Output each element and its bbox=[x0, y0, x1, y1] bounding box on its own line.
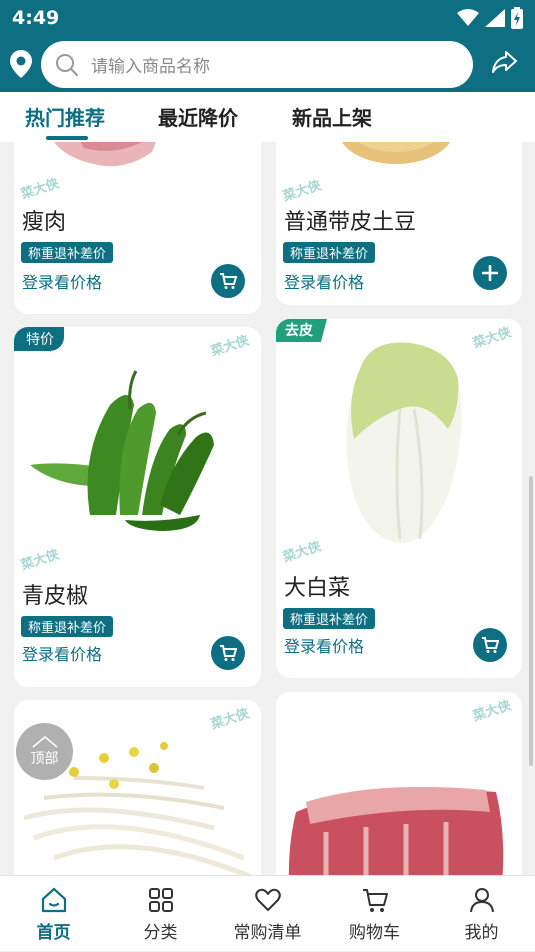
search-placeholder: 请输入商品名称 bbox=[91, 57, 210, 77]
tab-new-arrivals[interactable]: 新品上架 bbox=[292, 102, 372, 131]
location-pin-icon[interactable] bbox=[10, 50, 32, 78]
add-to-cart-button[interactable] bbox=[211, 636, 245, 670]
product-name: 瘦肉 bbox=[22, 210, 67, 235]
napa-cabbage-image bbox=[346, 342, 462, 543]
cart-icon bbox=[482, 637, 499, 653]
weight-refund-badge: 称重退补差价 bbox=[21, 242, 114, 263]
peeled-tag: 去皮 bbox=[276, 319, 327, 342]
add-to-cart-button[interactable] bbox=[473, 256, 507, 290]
watermark: 菜大侠 bbox=[209, 706, 251, 733]
active-tab-indicator bbox=[46, 136, 88, 140]
tab-hot-recommend[interactable]: 热门推荐 bbox=[25, 102, 105, 131]
weight-refund-badge: 称重退补差价 bbox=[283, 608, 376, 629]
potato-image bbox=[341, 142, 451, 164]
share-icon[interactable] bbox=[492, 50, 518, 74]
battery-icon bbox=[511, 7, 523, 29]
nav-mine[interactable]: 我的 bbox=[428, 876, 535, 952]
plus-icon bbox=[482, 265, 498, 281]
watermark: 菜大侠 bbox=[19, 547, 61, 574]
search-icon bbox=[56, 53, 78, 76]
weight-refund-badge: 称重退补差价 bbox=[283, 242, 376, 263]
category-tabs: 热门推荐 最近降价 新品上架 bbox=[0, 92, 535, 142]
back-to-top-label: 顶部 bbox=[30, 750, 59, 767]
product-card-potato[interactable]: 菜大侠 普通带皮土豆 称重退补差价 登录看价格 bbox=[276, 142, 522, 305]
add-to-cart-button[interactable] bbox=[473, 628, 507, 662]
search-input[interactable]: 请输入商品名称 bbox=[41, 41, 473, 88]
product-feed[interactable]: 菜大侠 瘦肉 称重退补差价 登录看价格 菜大侠 普通带皮土豆 称重退补差价 登录… bbox=[0, 142, 535, 875]
weight-refund-badge: 称重退补差价 bbox=[21, 616, 114, 637]
scrollbar[interactable] bbox=[529, 476, 533, 766]
watermark: 菜大侠 bbox=[281, 539, 323, 566]
watermark: 菜大侠 bbox=[471, 698, 513, 725]
status-bar: 4:49 bbox=[0, 0, 535, 36]
top-bar: 请输入商品名称 bbox=[0, 36, 535, 92]
nav-label: 分类 bbox=[143, 923, 178, 943]
nav-label: 购物车 bbox=[349, 923, 400, 943]
watermark: 菜大侠 bbox=[281, 178, 323, 205]
special-price-tag: 特价 bbox=[14, 327, 64, 351]
status-icons bbox=[457, 7, 523, 29]
login-to-view-price[interactable]: 登录看价格 bbox=[284, 269, 364, 293]
cart-icon bbox=[220, 645, 237, 661]
wifi-icon bbox=[457, 9, 479, 26]
nav-cart[interactable]: 购物车 bbox=[321, 876, 428, 952]
nav-frequent-list[interactable]: 常购清单 bbox=[214, 876, 321, 952]
nav-home[interactable]: 首页 bbox=[0, 876, 107, 952]
heart-icon bbox=[254, 888, 281, 911]
product-name: 青皮椒 bbox=[22, 584, 89, 609]
product-name: 大白菜 bbox=[284, 576, 351, 601]
watermark: 菜大侠 bbox=[471, 325, 513, 352]
login-to-view-price[interactable]: 登录看价格 bbox=[284, 633, 364, 657]
chevron-up-icon bbox=[31, 735, 58, 748]
cart-icon bbox=[362, 889, 388, 912]
nav-label: 首页 bbox=[36, 923, 71, 943]
lean-pork-image bbox=[54, 142, 156, 167]
status-time: 4:49 bbox=[12, 7, 60, 29]
nav-label: 我的 bbox=[464, 923, 499, 943]
product-card-lean-pork[interactable]: 菜大侠 瘦肉 称重退补差价 登录看价格 bbox=[14, 142, 261, 314]
product-card-pork-ribs[interactable]: 菜大侠 bbox=[276, 692, 522, 875]
tab-recent-price-drop[interactable]: 最近降价 bbox=[158, 102, 238, 131]
nav-category[interactable]: 分类 bbox=[107, 876, 214, 952]
nav-label: 常购清单 bbox=[233, 923, 302, 943]
back-to-top-button[interactable]: 顶部 bbox=[16, 723, 73, 780]
watermark: 菜大侠 bbox=[19, 176, 61, 203]
cart-icon bbox=[220, 273, 237, 289]
user-icon bbox=[469, 888, 494, 913]
bottom-nav: 首页 分类 常购清单 购物车 我的 bbox=[0, 875, 535, 951]
product-card-napa-cabbage[interactable]: 去皮 菜大侠 菜大侠 大白菜 称重退补差价 登录看价格 bbox=[276, 319, 522, 678]
grid-icon bbox=[148, 888, 173, 912]
watermark: 菜大侠 bbox=[209, 333, 251, 360]
home-icon bbox=[41, 887, 66, 913]
login-to-view-price[interactable]: 登录看价格 bbox=[22, 641, 102, 665]
pork-ribs-image bbox=[288, 786, 504, 875]
signal-icon bbox=[485, 9, 505, 27]
green-pepper-image bbox=[30, 370, 214, 531]
product-name: 普通带皮土豆 bbox=[284, 210, 417, 235]
product-card-green-pepper[interactable]: 特价 菜大侠 菜大侠 青皮椒 称重退补差价 登录看价格 bbox=[14, 327, 261, 687]
add-to-cart-button[interactable] bbox=[211, 264, 245, 298]
login-to-view-price[interactable]: 登录看价格 bbox=[22, 269, 102, 293]
